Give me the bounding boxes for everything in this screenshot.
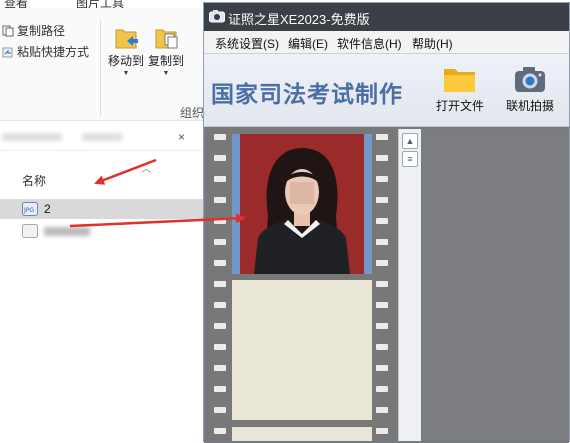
paste-shortcut-label: 粘贴快捷方式 (17, 45, 90, 59)
copy-to-button[interactable]: 复制到 ▼ (146, 22, 186, 77)
brand-title: 国家司法考试制作 (211, 82, 403, 108)
toolbar: 国家司法考试制作 打开文件 联机拍摄 (204, 54, 569, 127)
file-name: 2 (44, 202, 51, 216)
svg-text:JPG: JPG (23, 207, 34, 214)
sprocket-hole (214, 197, 226, 203)
sprocket-hole (214, 344, 226, 350)
sprocket-hole (214, 323, 226, 329)
sprocket-hole (214, 386, 226, 392)
copy-path-label: 复制路径 (17, 24, 66, 38)
address-bar[interactable]: × (0, 126, 205, 151)
tethered-capture-label: 联机拍摄 (505, 99, 554, 113)
copy-path-icon (2, 25, 14, 36)
sprocket-hole (214, 239, 226, 245)
copy-path-button[interactable]: 复制路径 (2, 22, 65, 39)
address-redacted (82, 133, 122, 141)
paste-shortcut-icon (2, 47, 13, 57)
address-close-icon[interactable]: × (178, 130, 185, 144)
menu-help[interactable]: 帮助(H) (412, 35, 453, 52)
paste-shortcut-button[interactable]: 粘贴快捷方式 (2, 43, 89, 60)
sprocket-hole (376, 344, 388, 350)
thumbnail-scroll-column: ▲ ≡ (398, 129, 421, 441)
sprocket-hole (214, 155, 226, 161)
sort-chevron-icon: ︿ (141, 164, 151, 175)
sprocket-hole (214, 302, 226, 308)
sprocket-hole (214, 176, 226, 182)
preview-pane (422, 129, 569, 441)
sprocket-hole (376, 323, 388, 329)
id-photo (240, 134, 364, 274)
tethered-capture-button[interactable]: 联机拍摄 (502, 64, 558, 114)
file-icon (22, 224, 38, 238)
window-title: 证照之星XE2023-免费版 (228, 12, 370, 27)
menu-system-settings[interactable]: 系统设置(S) (215, 35, 279, 52)
film-strip (206, 129, 396, 441)
sprocket-hole (214, 134, 226, 140)
open-file-button[interactable]: 打开文件 (434, 64, 486, 114)
move-to-button[interactable]: 移动到 ▼ (106, 22, 146, 77)
move-to-icon (115, 29, 138, 49)
move-to-dropdown-icon: ▼ (122, 70, 130, 77)
sprocket-hole (376, 281, 388, 287)
jpg-file-icon: JPG (22, 202, 38, 216)
file-explorer-window: 查看 图片工具 复制路径 粘贴快捷方式 移动到 ▼ 复制到 ▼ 组织 × ︿ 名… (0, 0, 205, 442)
sprocket-hole (376, 197, 388, 203)
copy-to-dropdown-icon: ▼ (162, 70, 170, 77)
file-row[interactable]: JPG 2 (0, 199, 205, 219)
sprocket-hole (214, 365, 226, 371)
empty-photo-frame[interactable] (232, 427, 372, 441)
ribbon-separator (100, 20, 101, 116)
sprocket-hole (376, 134, 388, 140)
ribbon-group-organize: 组织 (180, 106, 205, 120)
sprocket-hole (214, 428, 226, 434)
sprocket-hole (376, 176, 388, 182)
sprocket-hole (376, 218, 388, 224)
copy-to-icon (155, 29, 178, 49)
menu-edit[interactable]: 编辑(E) (288, 35, 328, 52)
sprocket-hole (376, 302, 388, 308)
sprocket-hole (214, 281, 226, 287)
sprocket-hole (376, 260, 388, 266)
sprocket-hole (214, 407, 226, 413)
sprocket-hole (214, 260, 226, 266)
open-file-label: 打开文件 (435, 99, 484, 113)
file-name-redacted (44, 227, 90, 236)
menu-software-info[interactable]: 软件信息(H) (337, 35, 402, 52)
address-redacted (2, 133, 62, 141)
menu-bar: 系统设置(S) 编辑(E) 软件信息(H) 帮助(H) (204, 31, 569, 54)
sprocket-hole (376, 407, 388, 413)
app-camera-icon (209, 10, 225, 23)
camera-icon (515, 67, 545, 92)
app-window: 证照之星XE2023-免费版 系统设置(S) 编辑(E) 软件信息(H) 帮助(… (203, 2, 570, 443)
ribbon-tabs: 查看 图片工具 (0, 0, 205, 10)
work-area: ▲ ≡ (204, 127, 569, 443)
sprocket-hole (376, 386, 388, 392)
sprocket-hole (376, 239, 388, 245)
page-icon[interactable]: ≡ (402, 151, 418, 167)
move-to-label: 移动到 (107, 54, 144, 68)
ribbon-panel: 复制路径 粘贴快捷方式 移动到 ▼ 复制到 ▼ 组织 (0, 8, 205, 121)
empty-photo-frame[interactable] (232, 280, 372, 420)
folder-icon (444, 69, 475, 92)
chevron-up-icon[interactable]: ▲ (402, 133, 418, 149)
title-bar[interactable]: 证照之星XE2023-免费版 (204, 3, 569, 31)
photo-frame[interactable] (232, 134, 372, 274)
sprocket-hole (376, 155, 388, 161)
copy-to-label: 复制到 (147, 54, 184, 68)
file-row[interactable] (0, 221, 205, 241)
column-header-name[interactable]: 名称 (22, 172, 46, 189)
sprocket-hole (214, 218, 226, 224)
sprocket-hole (376, 365, 388, 371)
sprocket-hole (376, 428, 388, 434)
